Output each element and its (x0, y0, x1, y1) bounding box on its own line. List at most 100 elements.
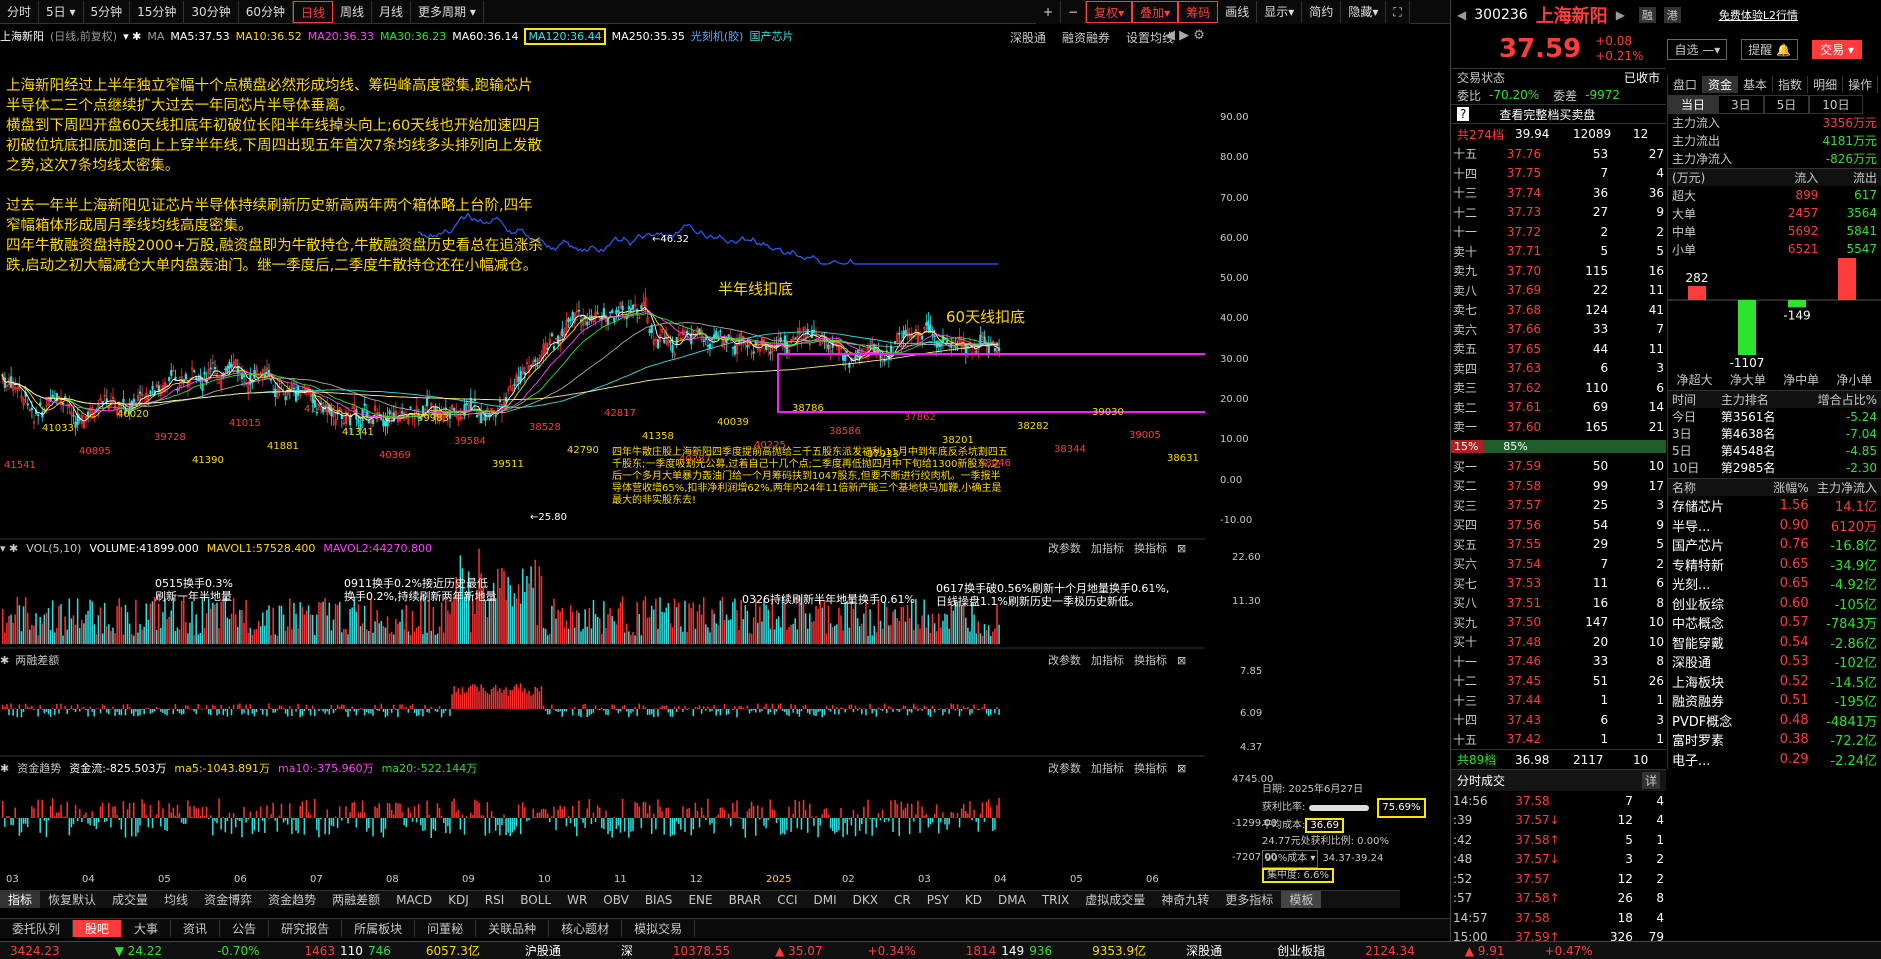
bid-row[interactable]: 买五 37.55 29 5 (1451, 535, 1666, 555)
indicator-tab[interactable]: 神奇九转 (1153, 891, 1217, 908)
bid-row[interactable]: 十二 37.45 51 26 (1451, 671, 1666, 691)
indicator-tab[interactable]: TRIX (1034, 893, 1077, 907)
ask-row[interactable]: 卖三 37.62 110 6 (1451, 378, 1666, 398)
sector-row[interactable]: 国产芯片 0.76 -16.8亿 (1668, 535, 1881, 555)
ask-row[interactable]: 十二 37.73 27 9 (1451, 203, 1666, 223)
concept-tag-chip[interactable]: 国产芯片 (749, 28, 793, 44)
sector-row[interactable]: 存储芯片 1.56 14.1亿 (1668, 496, 1881, 516)
info-tab[interactable]: 问董秘 (415, 920, 477, 937)
period-30min[interactable]: 30分钟 (184, 0, 239, 23)
info-tab[interactable]: 研究报告 (269, 920, 343, 937)
sector-row[interactable]: 半导... 0.90 6120万 (1668, 516, 1881, 536)
sector-row[interactable]: 深股通 0.53 -102亿 (1668, 652, 1881, 672)
draw-line-button[interactable]: 画线 (1218, 1, 1258, 23)
ask-row[interactable]: 卖一 37.60 165 21 (1451, 417, 1666, 437)
flow-settings-icon[interactable]: ✱ (0, 760, 9, 778)
full-book-row[interactable]: ? 查看完整档买卖盘 (1451, 104, 1666, 124)
vol-edit-param[interactable]: 改参数 (1048, 540, 1081, 558)
indicator-tab[interactable]: DKX (845, 893, 886, 907)
vol-close-icon[interactable]: ⊠ (1177, 540, 1186, 558)
period-5day[interactable]: 5日 ▾ (39, 0, 84, 23)
bid-row[interactable]: 买一 37.59 50 10 (1451, 457, 1666, 477)
bid-row[interactable]: 买二 37.58 99 17 (1451, 476, 1666, 496)
sector-row[interactable]: PVDF概念 0.48 -4841万 (1668, 711, 1881, 731)
period-more[interactable]: 更多周期 ▾ (411, 0, 484, 23)
ask-row[interactable]: 卖五 37.65 44 11 (1451, 339, 1666, 359)
indicator-tab[interactable]: KDJ (440, 893, 477, 907)
indicator-tab[interactable]: OBV (595, 893, 637, 907)
indicator-tab[interactable]: PSY (919, 893, 957, 907)
period-monthly[interactable]: 月线 (372, 0, 412, 23)
overlay-button[interactable]: 叠加▾ (1132, 1, 1179, 23)
ask-row[interactable]: 卖七 37.68 124 41 (1451, 300, 1666, 320)
indicator-tab[interactable]: 均线 (156, 891, 196, 908)
indicator-tab[interactable]: CCI (769, 893, 805, 907)
fund-tab[interactable]: 操作 (1843, 75, 1879, 93)
vol-switch-indicator[interactable]: 换指标 (1134, 540, 1167, 558)
fund-tab[interactable]: 指数 (1773, 75, 1809, 93)
bid-row[interactable]: 买七 37.53 11 6 (1451, 574, 1666, 594)
indicator-tab[interactable]: CR (886, 893, 919, 907)
indicator-tab[interactable]: ENE (680, 893, 720, 907)
info-tab[interactable]: 股吧 (73, 920, 123, 937)
indicator-tab[interactable]: WR (559, 893, 595, 907)
fuquan-button[interactable]: 复权▾ (1086, 1, 1133, 23)
help-icon[interactable]: ? (1457, 107, 1470, 121)
bid-row[interactable]: 十四 37.43 6 3 (1451, 710, 1666, 730)
rz-edit-param[interactable]: 改参数 (1048, 652, 1081, 670)
indicator-tab[interactable]: BRAR (721, 893, 770, 907)
flow-switch-indicator[interactable]: 换指标 (1134, 760, 1167, 778)
info-tab[interactable]: 公告 (220, 920, 270, 937)
indicator-tab[interactable]: DMI (806, 893, 845, 907)
flow-edit-param[interactable]: 改参数 (1048, 760, 1081, 778)
ask-row[interactable]: 十三 37.74 36 36 (1451, 183, 1666, 203)
info-tab[interactable]: 核心题材 (549, 920, 623, 937)
bid-row[interactable]: 十一 37.46 33 8 (1451, 652, 1666, 672)
hgt-link[interactable]: 沪股通 (525, 942, 561, 959)
indicator-tab[interactable]: 更多指标 (1217, 891, 1281, 908)
simple-button[interactable]: 简约 (1302, 1, 1342, 23)
rz-close-icon[interactable]: ⊠ (1177, 652, 1186, 670)
bid-row[interactable]: 买六 37.54 7 2 (1451, 554, 1666, 574)
display-button[interactable]: 显示▾ (1257, 1, 1303, 23)
trade-button[interactable]: 交易 ▾ (1812, 39, 1862, 59)
indicator-tab[interactable]: 资金趋势 (260, 891, 324, 908)
ask-row[interactable]: 十四 37.75 7 4 (1451, 164, 1666, 184)
rz-add-indicator[interactable]: 加指标 (1091, 652, 1124, 670)
bid-row[interactable]: 买四 37.56 54 9 (1451, 515, 1666, 535)
period-daily[interactable]: 日线 (292, 0, 333, 23)
indicator-tab[interactable]: 虚拟成交量 (1077, 891, 1153, 908)
fund-day-tab[interactable]: 当日 (1668, 94, 1719, 114)
chip-button[interactable]: 筹码 (1178, 1, 1219, 23)
indicator-tab[interactable]: 模板 (1281, 891, 1322, 908)
fund-day-tab[interactable]: 3日 (1718, 94, 1764, 114)
bid-row[interactable]: 买三 37.57 25 3 (1451, 496, 1666, 516)
ask-row[interactable]: 卖六 37.66 33 7 (1451, 320, 1666, 340)
sector-row[interactable]: 上海板块 0.52 -14.5亿 (1668, 672, 1881, 692)
sector-row[interactable]: 电子... 0.29 -2.24亿 (1668, 750, 1881, 770)
indicator-tab[interactable]: BIAS (637, 893, 681, 907)
info-tab[interactable]: 大事 (122, 920, 172, 937)
vol-add-indicator[interactable]: 加指标 (1091, 540, 1124, 558)
ask-row[interactable]: 十五 37.76 53 27 (1451, 144, 1666, 164)
indicator-tab[interactable]: MACD (388, 893, 440, 907)
ask-row[interactable]: 卖十 37.71 5 5 (1451, 242, 1666, 262)
ask-row[interactable]: 十一 37.72 2 2 (1451, 222, 1666, 242)
chart-nav-icons[interactable]: ◀ ▶ ⚙ (1165, 28, 1205, 43)
info-tab[interactable]: 所属板块 (342, 920, 416, 937)
chip-cost-select[interactable]: 90%成本 ▾ (1262, 850, 1319, 868)
fullscreen-icon[interactable]: ⛶ (1386, 1, 1410, 23)
ma-settings-icon[interactable]: ▾ ✱ (123, 30, 141, 43)
bid-row[interactable]: 买十 37.48 20 10 (1451, 632, 1666, 652)
sh-index[interactable]: 3424.23 (10, 944, 60, 958)
watchlist-button[interactable]: 自选 —▾ (1667, 38, 1728, 60)
indicator-tab[interactable]: BOLL (512, 893, 559, 907)
indicator-tab[interactable]: 恢复默认 (40, 891, 104, 908)
fund-tab[interactable]: 明细 (1808, 75, 1844, 93)
fund-tab[interactable]: 资金 (1703, 75, 1739, 93)
indicator-tab[interactable]: 两融差额 (324, 891, 388, 908)
period-fenshi[interactable]: 分时 (0, 0, 40, 23)
sector-row[interactable]: 融资融券 0.51 -195亿 (1668, 691, 1881, 711)
flow-add-indicator[interactable]: 加指标 (1091, 760, 1124, 778)
sector-row[interactable]: 光刻... 0.65 -4.92亿 (1668, 574, 1881, 594)
